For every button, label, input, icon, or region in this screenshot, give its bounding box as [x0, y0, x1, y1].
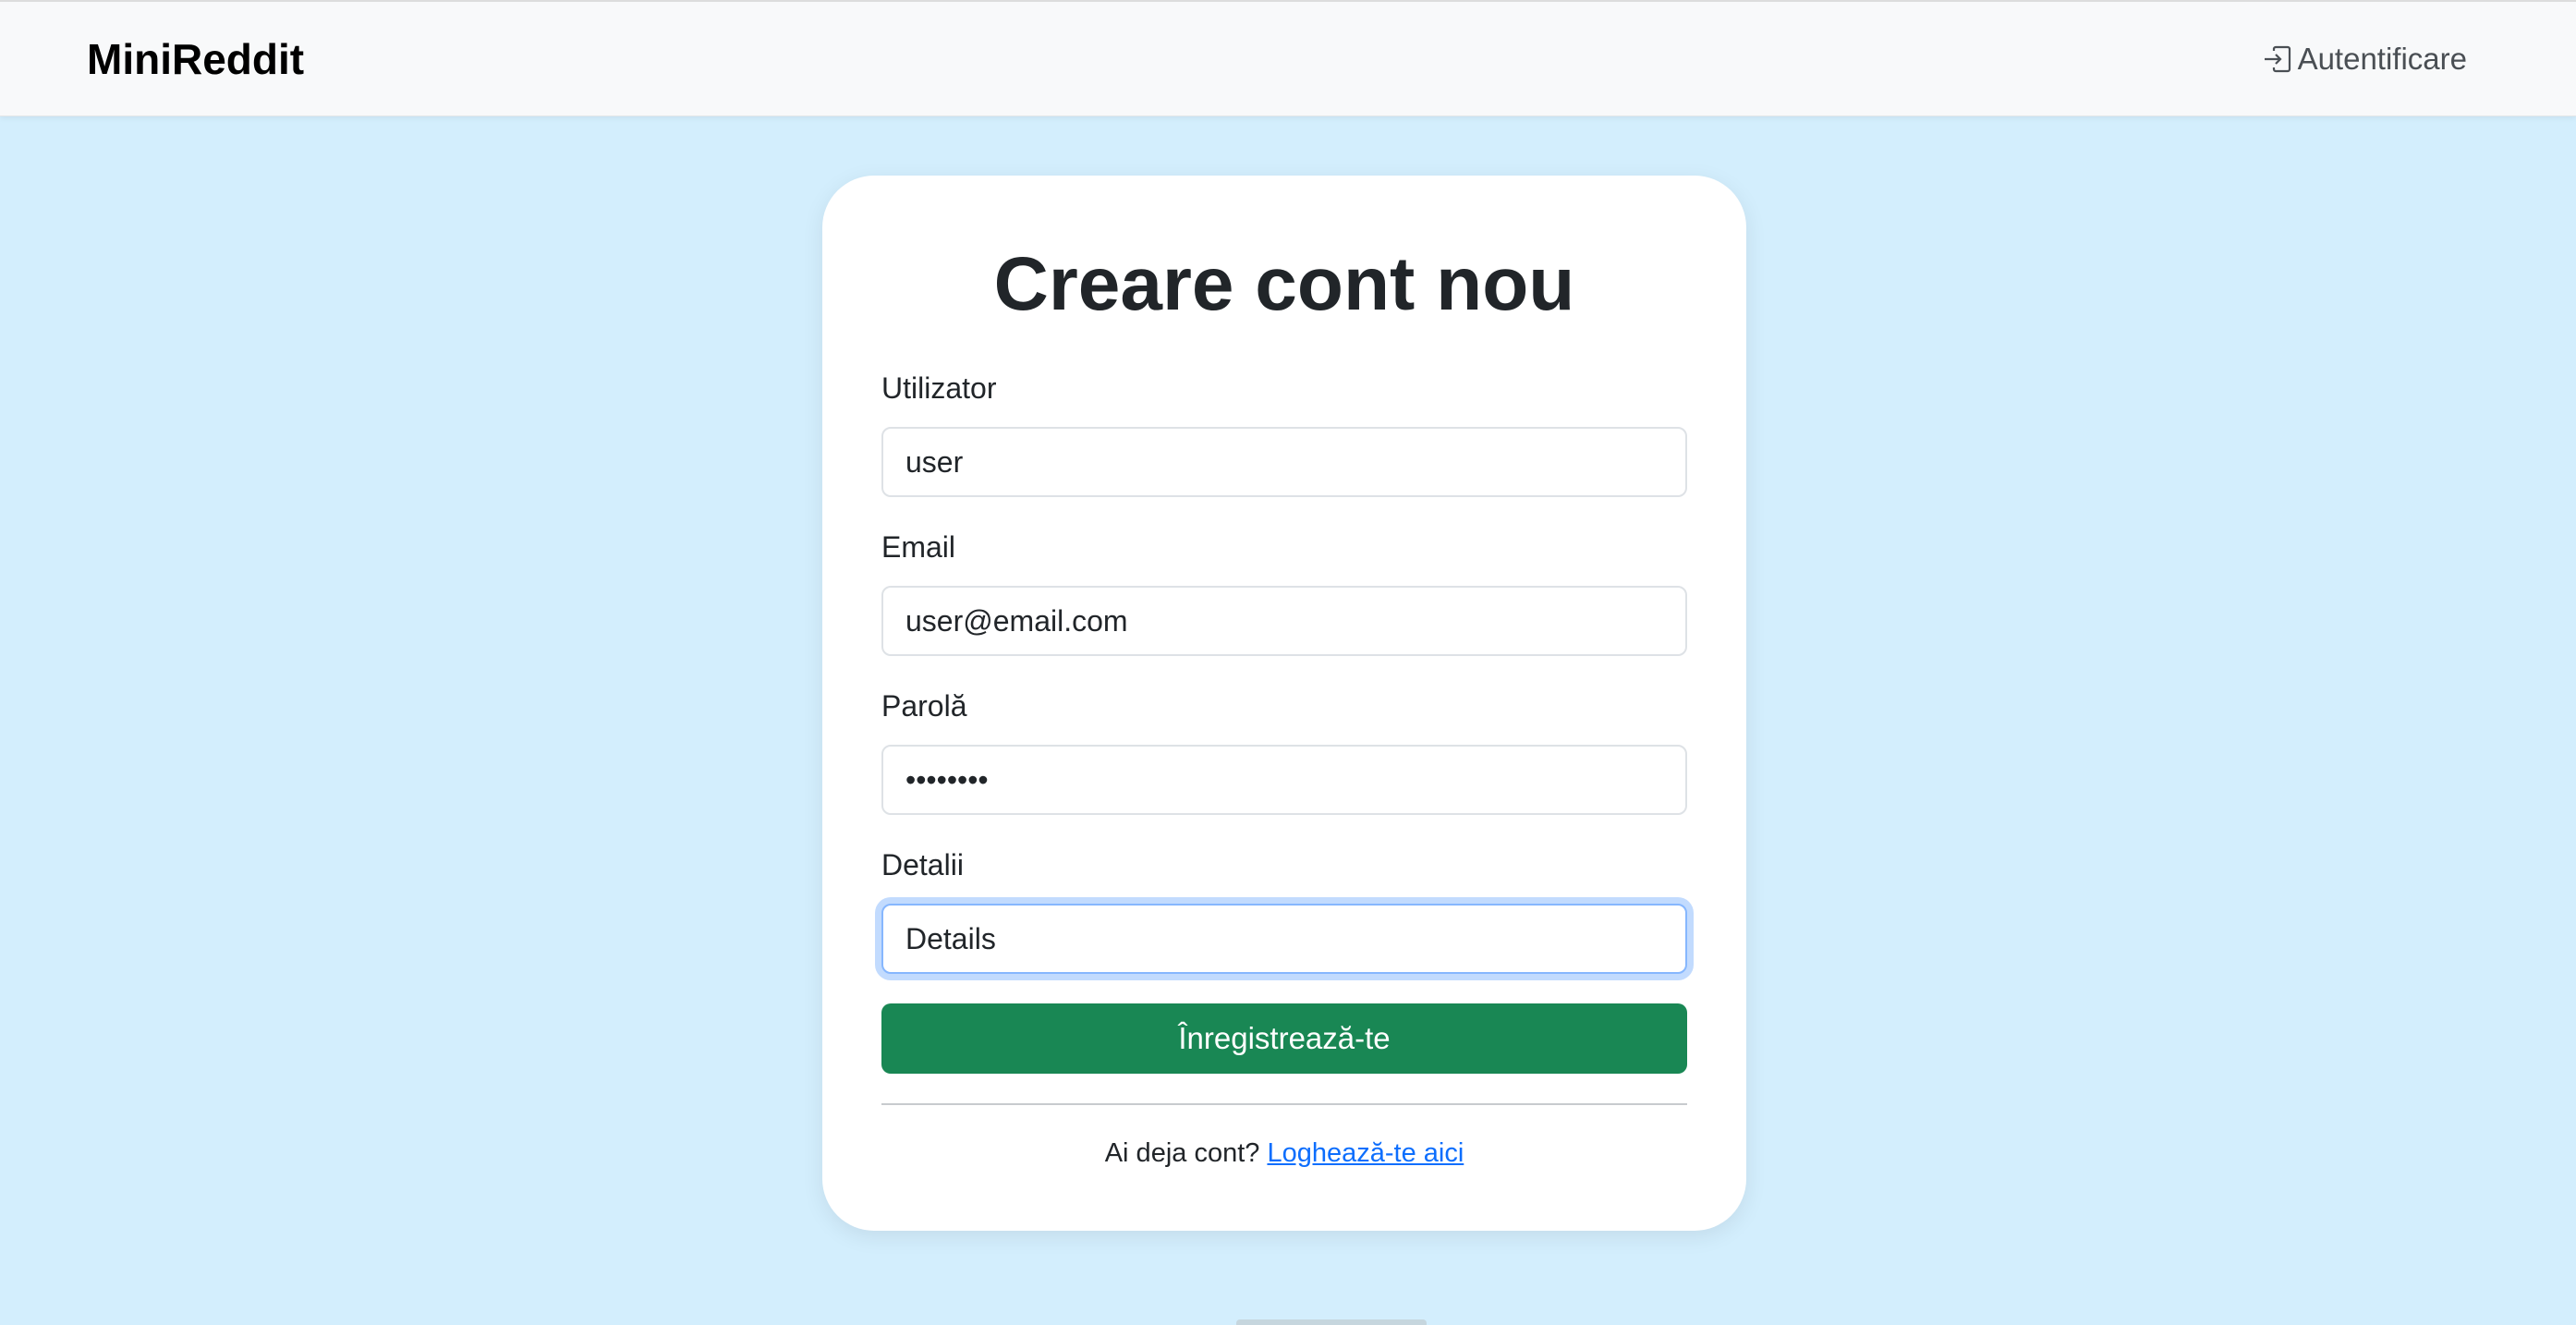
login-nav-link[interactable]: Autentificare	[2263, 39, 2467, 79]
register-button[interactable]: Înregistrează-te	[881, 1003, 1687, 1074]
login-prompt: Ai deja cont? Loghează-te aici	[822, 1135, 1746, 1172]
top-navbar: MiniReddit Autentificare	[0, 0, 2576, 116]
login-here-link[interactable]: Loghează-te aici	[1267, 1138, 1464, 1168]
login-nav-label: Autentificare	[2297, 42, 2467, 76]
details-label: Detalii	[881, 848, 964, 881]
box-arrow-in-right-icon	[2264, 45, 2290, 73]
page-title: Creare cont nou	[993, 242, 1575, 326]
register-card: Creare cont nou Utilizator Email Parolă …	[822, 176, 1746, 1231]
password-input[interactable]	[881, 745, 1687, 815]
password-label: Parolă	[881, 689, 967, 723]
details-input[interactable]	[881, 904, 1687, 974]
email-input[interactable]	[881, 586, 1687, 656]
username-label: Utilizator	[881, 371, 997, 405]
bottom-edge-tab	[1236, 1319, 1427, 1325]
username-input[interactable]	[881, 427, 1687, 497]
brand-logo[interactable]: MiniReddit	[87, 31, 304, 87]
email-label: Email	[881, 530, 956, 564]
divider	[881, 1103, 1687, 1105]
login-prompt-text: Ai deja cont?	[1104, 1138, 1268, 1168]
